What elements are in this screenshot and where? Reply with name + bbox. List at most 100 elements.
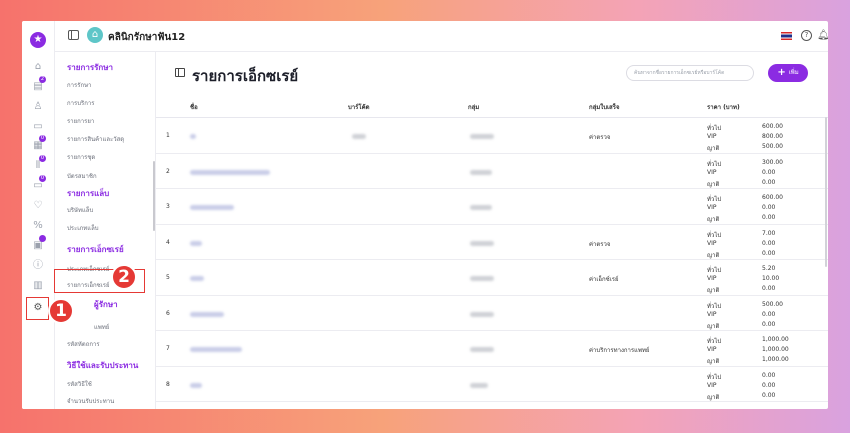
redacted-group: [470, 205, 492, 210]
price-label: VIP: [707, 346, 717, 353]
redacted-group: [470, 276, 494, 281]
icon-rail: ★ ⌂ ▤ 2 ♙ ▭ ▦ 0 ⫴ 0 ▭ 0 ♡% ▣ ⓘ ▥ ⚙: [22, 21, 55, 409]
price-value: 0.00: [762, 204, 776, 211]
row-number: 5: [166, 274, 170, 281]
menu-item[interactable]: ประเภทแล็บ: [67, 223, 99, 233]
price-label: ญาติ: [707, 287, 720, 294]
price-value: 7.00: [762, 229, 776, 237]
price-value: 300.00: [762, 158, 783, 166]
header-price[interactable]: ราคา (บาท): [707, 102, 740, 112]
info-icon[interactable]: ⓘ: [31, 259, 45, 273]
menu-item[interactable]: รายการสินค้าและวัสดุ: [67, 134, 124, 144]
redacted-name: [190, 347, 242, 352]
table-scrollbar[interactable]: [825, 117, 827, 267]
menu-section-title: รายการรักษา: [67, 63, 114, 72]
billing-group: ค่าบริการทางการแพทย์: [589, 347, 650, 354]
price-value: 0.00: [762, 371, 776, 379]
table-row[interactable]: 6 ทั่วไป 500.00 VIP 0.00 ญาติ 0.00: [156, 296, 828, 331]
thai-flag-icon[interactable]: [781, 32, 792, 40]
search-input[interactable]: ค้นหาจากชื่อรายการเอ็กซเรย์หรือบาร์โค้ด: [626, 65, 754, 81]
table-row[interactable]: 8 ทั่วไป 0.00 VIP 0.00 ญาติ 0.00: [156, 367, 828, 402]
tooth-icon[interactable]: ♡: [31, 199, 45, 213]
price-label: VIP: [707, 310, 717, 318]
table-row[interactable]: 1 ค่าตรวจ ทั่วไป 600.00 VIP 800.00 ญาติ 500.00: [156, 118, 828, 154]
menu-item[interactable]: รหัสวิธีใช้: [67, 379, 92, 389]
redacted-name: [190, 240, 202, 246]
menu-scrollbar[interactable]: [153, 161, 155, 231]
menu-item[interactable]: จำนวนรับประทาน: [67, 396, 114, 406]
header-group[interactable]: กลุ่ม: [468, 102, 479, 112]
price-value: 600.00: [762, 194, 783, 201]
price-label: ทั่วไป: [707, 373, 722, 381]
price-value: 800.00: [762, 133, 783, 140]
bell-icon[interactable]: 🔔︎: [817, 30, 828, 41]
redacted-name: [190, 311, 224, 317]
callout-step-1: 1: [48, 298, 74, 324]
redacted-name: [190, 134, 196, 139]
stats-icon[interactable]: ▥: [31, 279, 45, 293]
price-label: ทั่วไป: [707, 125, 722, 132]
header-billing-group[interactable]: กลุ่มใบเสร็จ: [589, 102, 619, 112]
menu-item[interactable]: บริษัทแล็บ: [67, 205, 93, 215]
price-label: ทั่วไป: [707, 231, 722, 239]
header-name[interactable]: ชื่อ: [190, 102, 198, 112]
row-number: 1: [166, 132, 170, 139]
price-label: ทั่วไป: [707, 302, 722, 310]
id-card-icon[interactable]: ▭: [31, 120, 45, 134]
table-row[interactable]: 5 ค่าเอ็กซ์เรย์ ทั่วไป 5.20 VIP 10.00 ญาติ 0.00: [156, 260, 828, 296]
menu-item[interactable]: การบริการ: [67, 98, 94, 108]
home-icon[interactable]: ⌂: [31, 60, 45, 74]
price-value: 0.00: [762, 178, 776, 186]
sidebar-toggle-icon[interactable]: [68, 30, 79, 40]
menu-section-title: รายการเอ็กซเรย์: [67, 245, 124, 254]
clinic-logo-icon: ⌂: [87, 27, 103, 43]
user-icon[interactable]: ♙: [31, 100, 45, 114]
add-button-label: เพิ่ม: [788, 69, 799, 76]
menu-item[interactable]: รายการชุด: [67, 152, 95, 162]
menu-item[interactable]: การรักษา: [67, 80, 91, 90]
billing-group: ค่าตรวจ: [589, 134, 611, 141]
rail-badge: 2: [39, 76, 46, 83]
price-label: ทั่วไป: [707, 267, 722, 274]
price-label: ทั่วไป: [707, 196, 722, 203]
price-value: 5.20: [762, 265, 776, 272]
percent-icon[interactable]: %: [31, 219, 45, 233]
settings-highlight-box: [26, 297, 49, 320]
table-row[interactable]: 4 ค่าตรวจ ทั่วไป 7.00 VIP 0.00 ญาติ 0.00: [156, 225, 828, 260]
row-number: 7: [166, 345, 170, 352]
price-label: ญาติ: [707, 393, 720, 401]
menu-item[interactable]: รหัสหัตถการ: [67, 339, 100, 349]
top-bar: ⌂ คลินิกรักษาฟัน12 ? 🔔︎: [54, 21, 828, 52]
plus-icon: +: [777, 67, 786, 78]
rail-badge: 0: [39, 155, 46, 162]
price-label: ญาติ: [707, 322, 720, 330]
price-label: ญาติ: [707, 251, 720, 259]
clinic-name[interactable]: คลินิกรักษาฟัน12: [108, 30, 185, 45]
menu-item[interactable]: บัตรสมาชิก: [67, 171, 97, 181]
redacted-group: [470, 311, 494, 317]
row-number: 8: [166, 380, 170, 388]
menu-section-title: วิธีใช้และรับประทาน: [67, 361, 139, 370]
app-logo-icon[interactable]: ★: [30, 32, 46, 48]
add-button[interactable]: + เพิ่ม: [768, 64, 808, 82]
price-value: 0.00: [762, 310, 776, 318]
redacted-group: [470, 347, 494, 352]
header-barcode[interactable]: บาร์โค้ด: [348, 102, 370, 112]
price-value: 0.00: [762, 320, 776, 328]
menu-item[interactable]: แพทย์: [94, 322, 109, 332]
menu-item[interactable]: รายการยา: [67, 116, 94, 126]
table-header: ชื่อ บาร์โค้ด กลุ่ม กลุ่มใบเสร็จ ราคา (บ…: [156, 95, 828, 118]
table-row[interactable]: 3 ทั่วไป 600.00 VIP 0.00 ญาติ 0.00: [156, 189, 828, 225]
table-row[interactable]: 2 ทั่วไป 300.00 VIP 0.00 ญาติ 0.00: [156, 154, 828, 189]
table-row[interactable]: 7 ค่าบริการทางการแพทย์ ทั่วไป 1,000.00 VIP 1,…: [156, 331, 828, 367]
rail-badge: 0: [39, 135, 46, 142]
price-label: ทั่วไป: [707, 160, 722, 168]
help-icon[interactable]: ?: [801, 30, 812, 41]
price-value: 0.00: [762, 391, 776, 399]
price-value: 10.00: [762, 275, 780, 282]
redacted-barcode: [352, 134, 366, 139]
price-label: VIP: [707, 168, 717, 176]
menu-section-title: ผู้รักษา: [94, 300, 118, 309]
price-label: VIP: [707, 381, 717, 389]
price-value: 500.00: [762, 300, 783, 308]
